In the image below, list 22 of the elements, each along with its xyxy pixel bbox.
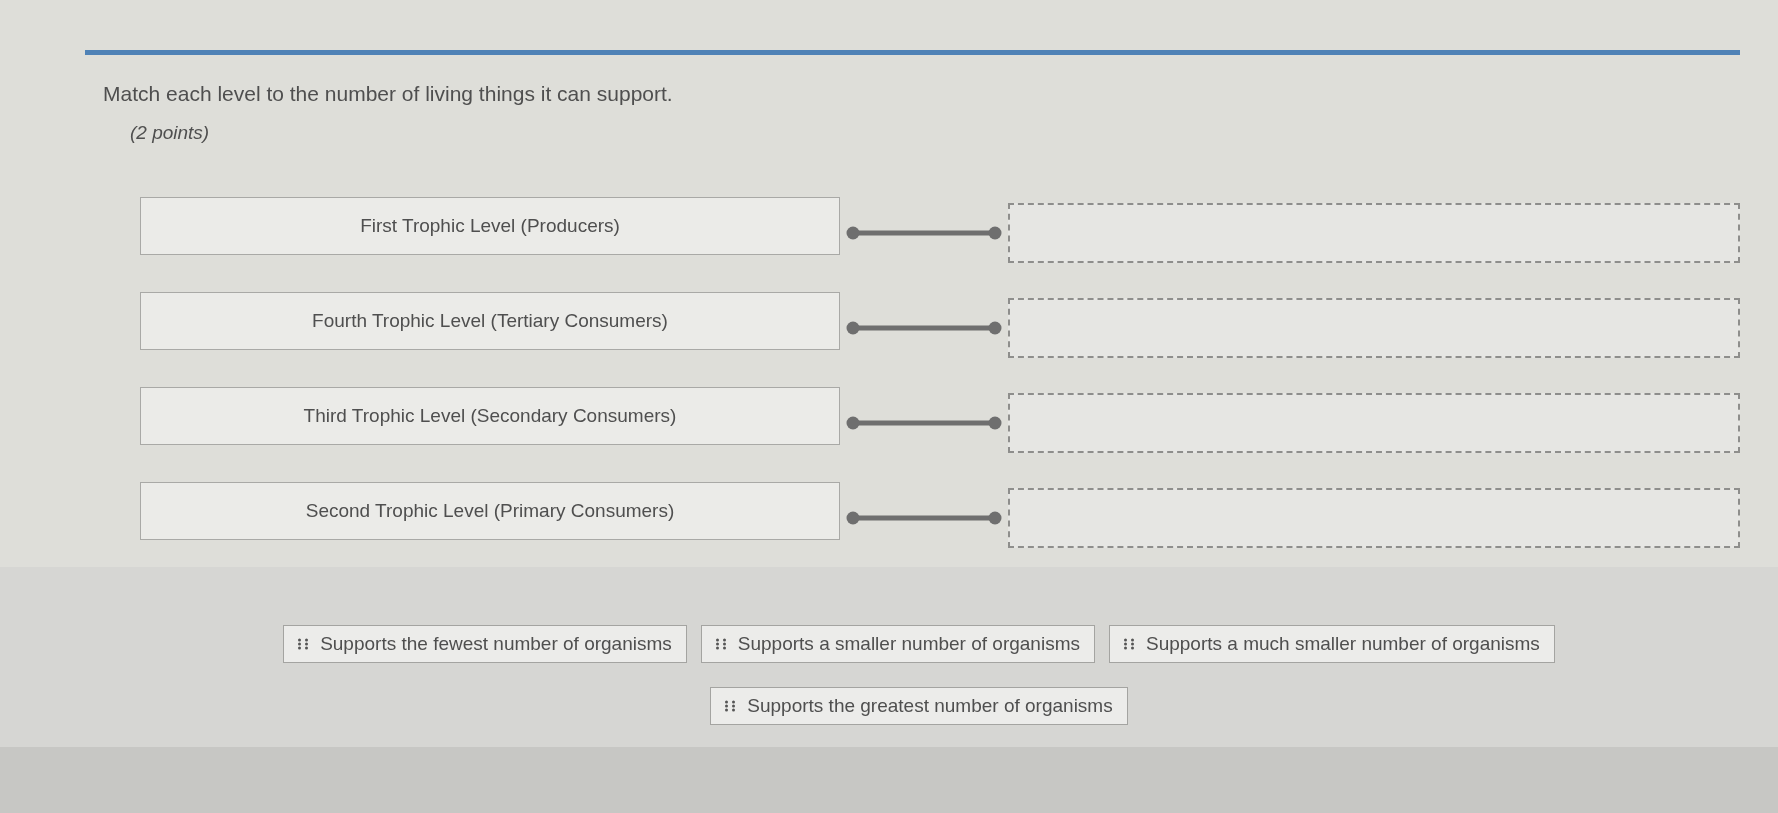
term-box: Fourth Trophic Level (Tertiary Consumers): [140, 292, 840, 350]
drop-zone[interactable]: [1008, 393, 1740, 453]
chip-label: Supports the greatest number of organisms: [747, 695, 1113, 717]
chip-label: Supports a smaller number of organisms: [737, 633, 1080, 655]
grip-icon: [298, 638, 309, 650]
question-prompt: Match each level to the number of living things it can support.: [103, 81, 674, 107]
points-label: (2 points): [130, 121, 211, 145]
answer-chip[interactable]: Supports a smaller number of organisms: [700, 625, 1095, 663]
grip-icon: [1123, 638, 1134, 650]
drop-zone[interactable]: [1008, 203, 1740, 263]
term-box: Second Trophic Level (Primary Consumers): [140, 482, 840, 540]
term-box: Third Trophic Level (Secondary Consumers): [140, 387, 840, 445]
drop-zone[interactable]: [1008, 298, 1740, 358]
answer-chip[interactable]: Supports the greatest number of organisms: [710, 687, 1128, 725]
answer-chip[interactable]: Supports a much smaller number of organisms: [1108, 625, 1555, 663]
drop-zone[interactable]: [1008, 488, 1740, 548]
grip-icon: [715, 638, 726, 650]
grip-icon: [725, 700, 736, 712]
answer-chip[interactable]: Supports the fewest number of organisms: [283, 625, 687, 663]
term-box: First Trophic Level (Producers): [140, 197, 840, 255]
chip-label: Supports a much smaller number of organisms: [1145, 633, 1540, 655]
chip-label: Supports the fewest number of organisms: [320, 633, 672, 655]
